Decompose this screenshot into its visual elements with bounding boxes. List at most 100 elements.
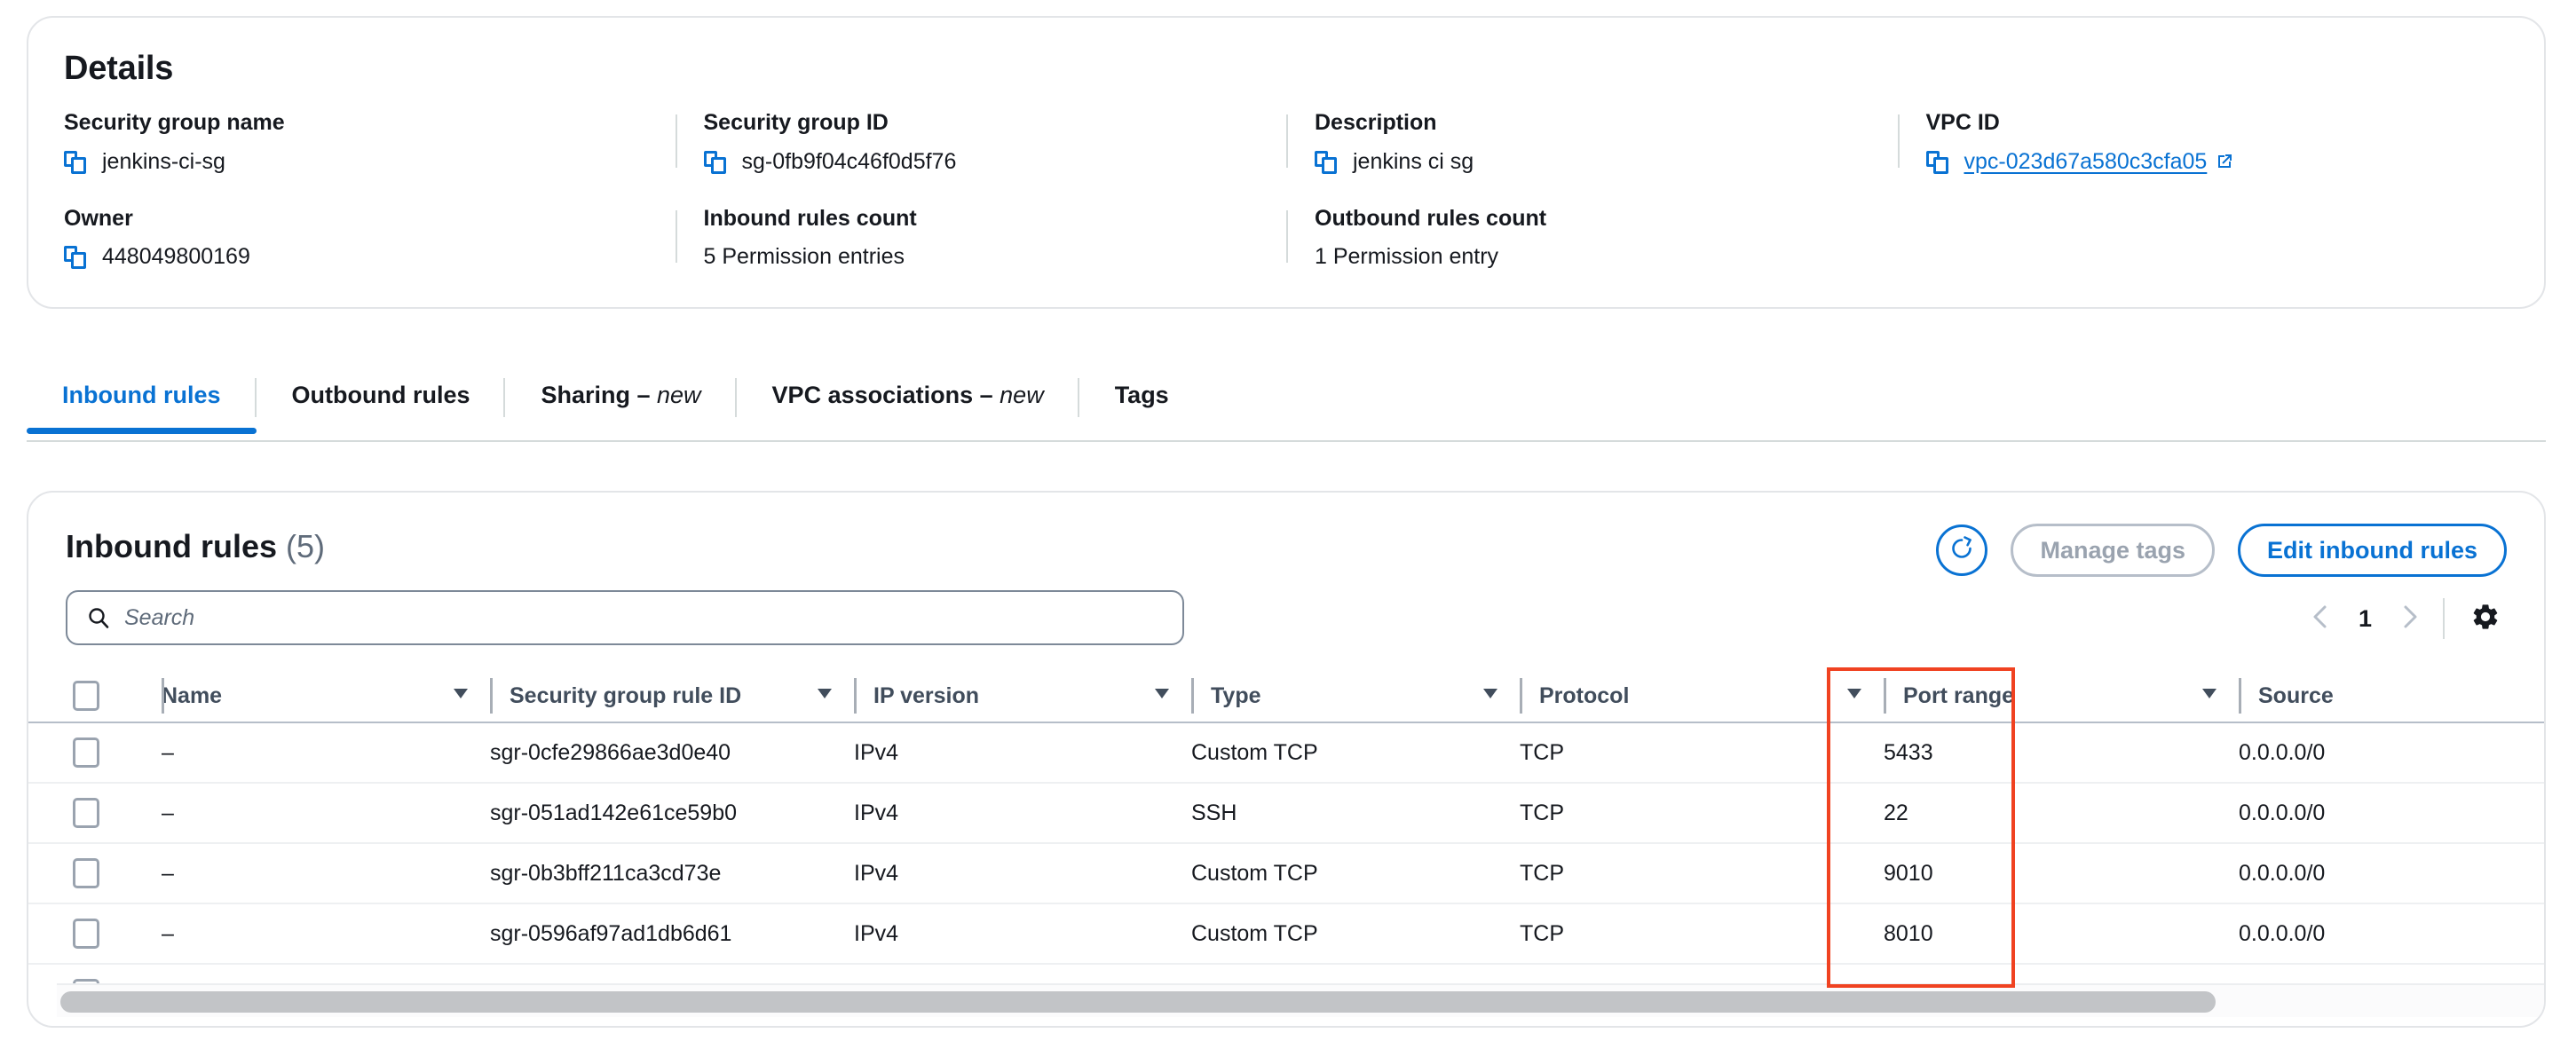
row-checkbox[interactable] (73, 858, 99, 888)
sort-descending-icon[interactable] (1152, 683, 1172, 709)
column-header-security-group-rule-id[interactable]: Security group rule ID (490, 670, 854, 722)
detail-label: Security group name (64, 111, 676, 136)
inbound-rules-card: Inbound rules (5) Search (27, 491, 2546, 1028)
column-divider (490, 678, 493, 714)
column-header-source[interactable]: Source (2239, 670, 2546, 722)
tab-inbound-rules[interactable]: Inbound rules (27, 371, 257, 432)
pagination-page-1[interactable]: 1 (2343, 605, 2388, 633)
column-divider (1898, 114, 1900, 168)
details-card: Details Security group name jenkins-ci-s… (27, 16, 2546, 309)
column-divider (676, 114, 677, 168)
copy-icon[interactable] (1315, 151, 1338, 174)
row-checkbox[interactable] (73, 798, 99, 828)
select-all-checkbox[interactable] (73, 681, 99, 711)
column-divider (1520, 678, 1522, 714)
copy-icon[interactable] (64, 246, 87, 269)
tab-outbound-rules[interactable]: Outbound rules (257, 371, 506, 432)
inbound-rules-heading: Inbound rules (5) (66, 528, 325, 565)
column-divider (1286, 114, 1288, 168)
search-icon (87, 606, 110, 629)
cell-ip-version: IPv4 (854, 903, 1191, 964)
detail-field-description: Description jenkins ci sg (1286, 111, 1898, 175)
detail-label: Security group ID (704, 111, 1287, 136)
column-label: Type (1211, 683, 1261, 709)
detail-field-outbound-rules-count: Outbound rules count 1 Permission entry (1286, 207, 1898, 271)
detail-label: Outbound rules count (1315, 207, 1898, 232)
tab-sharing[interactable]: Sharing – new (505, 371, 736, 432)
column-label: Name (162, 683, 222, 709)
copy-icon[interactable] (64, 151, 87, 174)
row-select-cell (28, 843, 162, 903)
cell-type: SSH (1191, 783, 1520, 843)
table-row[interactable]: – sgr-0596af97ad1db6d61 IPv4 Custom TCP … (28, 903, 2546, 964)
column-label: Source (2258, 683, 2334, 709)
detail-label: Inbound rules count (704, 207, 1287, 232)
detail-value-row: jenkins-ci-sg (64, 148, 676, 175)
refresh-icon (1947, 533, 1977, 568)
detail-value: jenkins ci sg (1353, 148, 1474, 175)
search-input[interactable]: Search (66, 590, 1184, 645)
tab-label: Sharing – (541, 382, 657, 408)
row-checkbox[interactable] (73, 737, 99, 768)
detail-value: sg-0fb9f04c46f0d5f76 (742, 148, 957, 175)
column-divider (1884, 678, 1886, 714)
sort-descending-icon[interactable] (815, 683, 834, 709)
cell-ip-version: IPv4 (854, 783, 1191, 843)
cell-port-range: 5433 (1884, 722, 2239, 783)
security-group-detail-page: Details Security group name jenkins-ci-s… (0, 0, 2576, 1049)
column-header-type[interactable]: Type (1191, 670, 1520, 722)
pagination-prev-button[interactable] (2300, 597, 2343, 640)
edit-inbound-rules-button[interactable]: Edit inbound rules (2238, 524, 2507, 577)
tab-label: Outbound rules (292, 382, 470, 408)
tab-vpc-associations[interactable]: VPC associations – new (737, 371, 1079, 432)
table-header-row: Name Security group rule ID (28, 670, 2546, 722)
copy-icon[interactable] (1926, 151, 1949, 174)
column-label: Security group rule ID (510, 683, 741, 709)
table-row[interactable]: – sgr-0b3bff211ca3cd73e IPv4 Custom TCP … (28, 843, 2546, 903)
manage-tags-button[interactable]: Manage tags (2011, 524, 2215, 577)
column-header-protocol[interactable]: Protocol (1520, 670, 1884, 722)
tab-tags[interactable]: Tags (1079, 371, 1205, 432)
chevron-left-icon (2310, 603, 2333, 635)
detail-label: Owner (64, 207, 676, 232)
cell-name: – (162, 843, 490, 903)
tab-new-badge: new (1000, 382, 1044, 408)
tab-label: Inbound rules (62, 382, 221, 408)
detail-value-row: 448049800169 (64, 243, 676, 270)
column-divider (1191, 678, 1194, 714)
column-header-name[interactable]: Name (162, 670, 490, 722)
column-select-all (28, 670, 162, 722)
horizontal-scrollbar[interactable] (57, 983, 2546, 1017)
table-row[interactable]: – sgr-051ad142e61ce59b0 IPv4 SSH TCP 22 … (28, 783, 2546, 843)
column-header-port-range[interactable]: Port range (1884, 670, 2239, 722)
sort-descending-icon[interactable] (451, 683, 470, 709)
cell-protocol: TCP (1520, 722, 1884, 783)
detail-label: VPC ID (1926, 111, 2509, 136)
cell-rule-id: sgr-0b3bff211ca3cd73e (490, 843, 854, 903)
row-checkbox[interactable] (73, 919, 99, 949)
pagination-next-button[interactable] (2388, 597, 2430, 640)
column-label: Protocol (1539, 683, 1629, 709)
cell-source: 0.0.0.0/0 (2239, 843, 2546, 903)
sort-descending-icon[interactable] (2200, 683, 2219, 709)
row-select-cell (28, 722, 162, 783)
column-divider (162, 678, 164, 714)
scrollbar-thumb[interactable] (60, 991, 2216, 1013)
detail-value-row: jenkins ci sg (1315, 148, 1898, 175)
inbound-rules-header: Inbound rules (5) Search (28, 493, 2544, 670)
sort-descending-icon[interactable] (1845, 683, 1864, 709)
copy-icon[interactable] (704, 151, 727, 174)
table-head: Name Security group rule ID (28, 670, 2546, 722)
detail-field-vpc-id: VPC ID vpc-023d67a580c3cfa05 (1898, 111, 2509, 175)
refresh-button[interactable] (1936, 524, 1987, 576)
tab-bar: Inbound rules Outbound rules Sharing – n… (27, 371, 2546, 442)
column-label: IP version (873, 683, 979, 709)
sort-descending-icon[interactable] (1481, 683, 1500, 709)
detail-field-owner: Owner 448049800169 (64, 207, 676, 271)
table-preferences-button[interactable] (2464, 597, 2507, 640)
table-row[interactable]: – sgr-0cfe29866ae3d0e40 IPv4 Custom TCP … (28, 722, 2546, 783)
column-header-ip-version[interactable]: IP version (854, 670, 1191, 722)
vpc-id-link[interactable]: vpc-023d67a580c3cfa05 (1964, 148, 2208, 175)
header-actions: Manage tags Edit inbound rules (1936, 524, 2507, 577)
chevron-right-icon (2398, 603, 2421, 635)
